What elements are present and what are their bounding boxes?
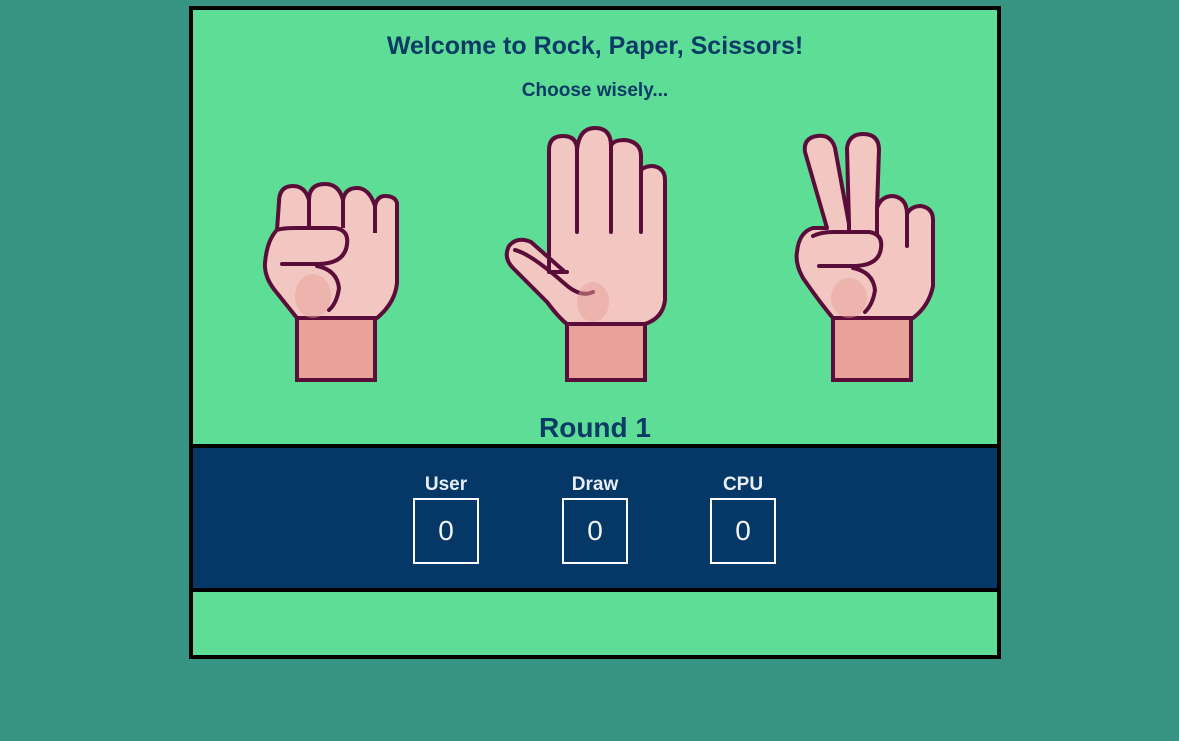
result-message-area bbox=[193, 592, 997, 655]
fist-hand-icon bbox=[262, 182, 399, 382]
draw-score: Draw 0 bbox=[535, 474, 655, 564]
user-score-value: 0 bbox=[413, 498, 479, 564]
cpu-score-label: CPU bbox=[722, 474, 764, 495]
game-header-section: Welcome to Rock, Paper, Scissors! Choose… bbox=[193, 10, 997, 444]
cpu-score-value: 0 bbox=[710, 498, 776, 564]
scoreboard: User 0 Draw 0 CPU 0 bbox=[193, 444, 997, 592]
draw-score-value: 0 bbox=[562, 498, 628, 564]
page-title: Welcome to Rock, Paper, Scissors! bbox=[386, 32, 804, 60]
draw-score-label: Draw bbox=[571, 474, 619, 495]
game-container: Welcome to Rock, Paper, Scissors! Choose… bbox=[189, 6, 1001, 659]
page-subtitle: Choose wisely... bbox=[521, 80, 669, 101]
user-score: User 0 bbox=[386, 474, 506, 564]
peace-hand-icon bbox=[794, 132, 935, 382]
cpu-score: CPU 0 bbox=[683, 474, 803, 564]
paper-choice-button[interactable] bbox=[501, 122, 671, 388]
round-indicator: Round 1 bbox=[539, 412, 651, 443]
open-hand-icon bbox=[504, 126, 667, 382]
rock-choice-button[interactable] bbox=[257, 178, 402, 386]
scissors-choice-button[interactable] bbox=[793, 128, 938, 386]
user-score-label: User bbox=[424, 474, 468, 495]
